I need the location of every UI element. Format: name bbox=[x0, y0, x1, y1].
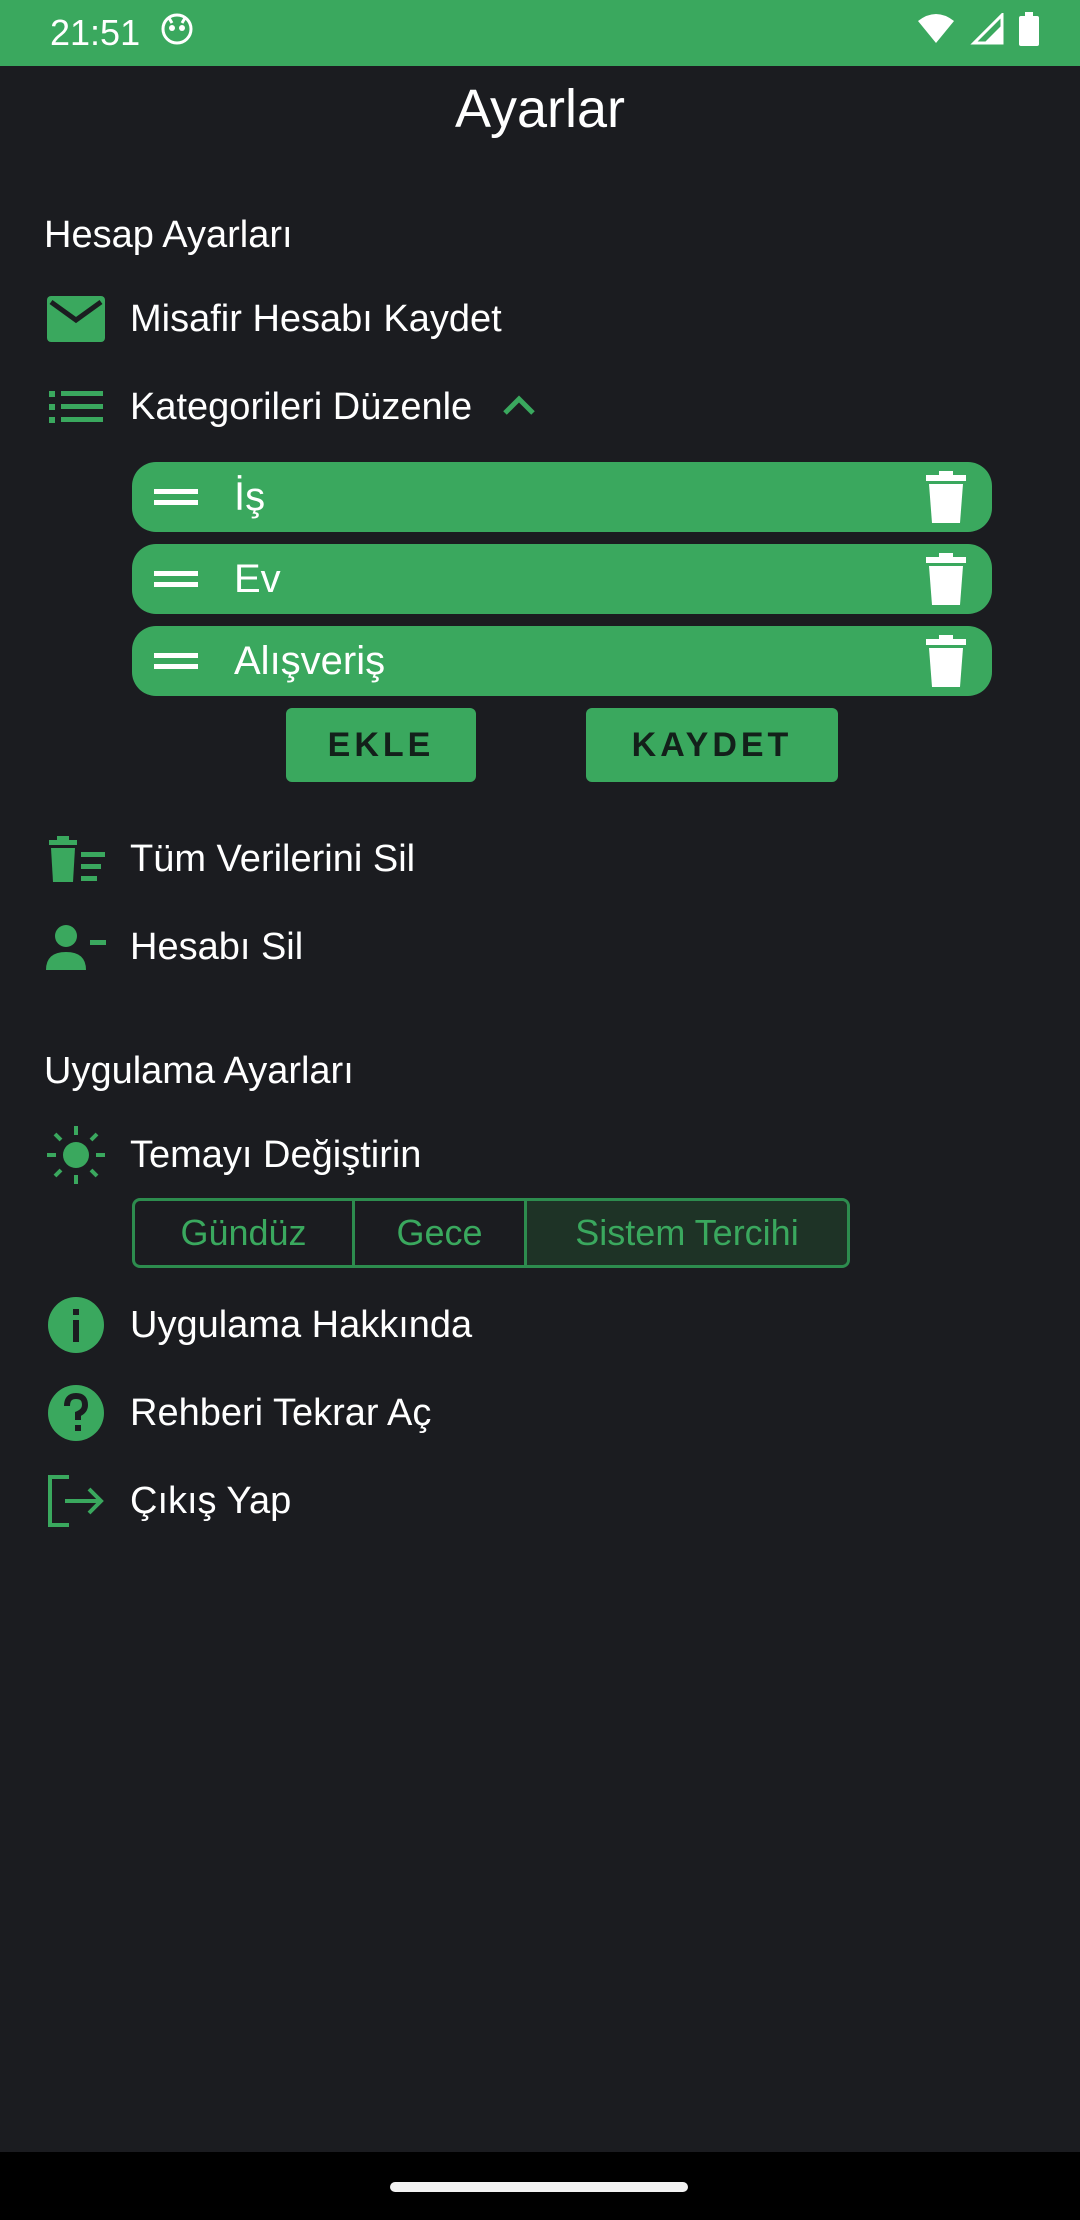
reopen-guide-item[interactable]: Rehberi Tekrar Aç bbox=[44, 1378, 431, 1448]
category-item[interactable]: Ev bbox=[132, 544, 992, 614]
delete-account-item[interactable]: Hesabı Sil bbox=[44, 912, 303, 982]
list-icon bbox=[44, 375, 108, 439]
chevron-up-icon[interactable] bbox=[502, 394, 536, 421]
page-title: Ayarlar bbox=[454, 79, 626, 139]
delete-all-data-label: Tüm Verilerini Sil bbox=[130, 837, 416, 880]
trash-icon[interactable] bbox=[922, 549, 970, 609]
signal-icon bbox=[970, 11, 1004, 54]
mail-icon bbox=[44, 287, 108, 351]
status-bar: 21:51 bbox=[0, 0, 1080, 66]
delete-all-data-item[interactable]: Tüm Verilerini Sil bbox=[44, 824, 415, 894]
edit-categories-item[interactable]: Kategorileri Düzenle bbox=[44, 372, 536, 442]
trash-icon[interactable] bbox=[922, 467, 970, 527]
sun-icon bbox=[44, 1123, 108, 1187]
edit-categories-label: Kategorileri Düzenle bbox=[130, 385, 473, 428]
logout-icon bbox=[44, 1469, 108, 1533]
add-category-button[interactable]: EKLE bbox=[286, 708, 476, 782]
about-app-label: Uygulama Hakkında bbox=[130, 1303, 473, 1346]
delete-account-label: Hesabı Sil bbox=[130, 925, 304, 968]
home-gesture-handle[interactable] bbox=[390, 2182, 688, 2192]
about-app-item[interactable]: Uygulama Hakkında bbox=[44, 1290, 472, 1360]
drag-handle-icon[interactable] bbox=[152, 626, 200, 696]
save-guest-account-label: Misafir Hesabı Kaydet bbox=[130, 297, 502, 340]
theme-option-system[interactable]: Sistem Tercihi bbox=[527, 1201, 847, 1265]
logout-label: Çıkış Yap bbox=[130, 1479, 292, 1522]
status-time: 21:51 bbox=[50, 12, 141, 53]
battery-icon bbox=[1018, 11, 1040, 55]
section-title-app: Uygulama Ayarları bbox=[44, 1050, 354, 1092]
category-item[interactable]: İş bbox=[132, 462, 992, 532]
theme-option-night[interactable]: Gece bbox=[355, 1201, 527, 1265]
category-name[interactable]: Alışveriş bbox=[234, 639, 922, 684]
delete-sweep-icon bbox=[44, 827, 108, 891]
category-name[interactable]: Ev bbox=[234, 557, 922, 602]
theme-segmented-control[interactable]: Gündüz Gece Sistem Tercihi bbox=[132, 1198, 850, 1268]
drag-handle-icon[interactable] bbox=[152, 462, 200, 532]
save-categories-button[interactable]: KAYDET bbox=[586, 708, 838, 782]
theme-option-day[interactable]: Gündüz bbox=[135, 1201, 355, 1265]
system-nav-bar bbox=[0, 2152, 1080, 2220]
section-title-account: Hesap Ayarları bbox=[44, 214, 293, 256]
wifi-icon bbox=[916, 12, 956, 54]
info-icon bbox=[44, 1293, 108, 1357]
notification-icon bbox=[160, 12, 194, 55]
save-guest-account-item[interactable]: Misafir Hesabı Kaydet bbox=[44, 284, 502, 354]
change-theme-label: Temayı Değiştirin bbox=[130, 1133, 422, 1176]
help-icon bbox=[44, 1381, 108, 1445]
category-name[interactable]: İş bbox=[234, 475, 922, 520]
trash-icon[interactable] bbox=[922, 631, 970, 691]
person-remove-icon bbox=[44, 915, 108, 979]
change-theme-item[interactable]: Temayı Değiştirin bbox=[44, 1120, 421, 1190]
reopen-guide-label: Rehberi Tekrar Aç bbox=[130, 1391, 432, 1434]
category-item[interactable]: Alışveriş bbox=[132, 626, 992, 696]
logout-item[interactable]: Çıkış Yap bbox=[44, 1466, 291, 1536]
drag-handle-icon[interactable] bbox=[152, 544, 200, 614]
